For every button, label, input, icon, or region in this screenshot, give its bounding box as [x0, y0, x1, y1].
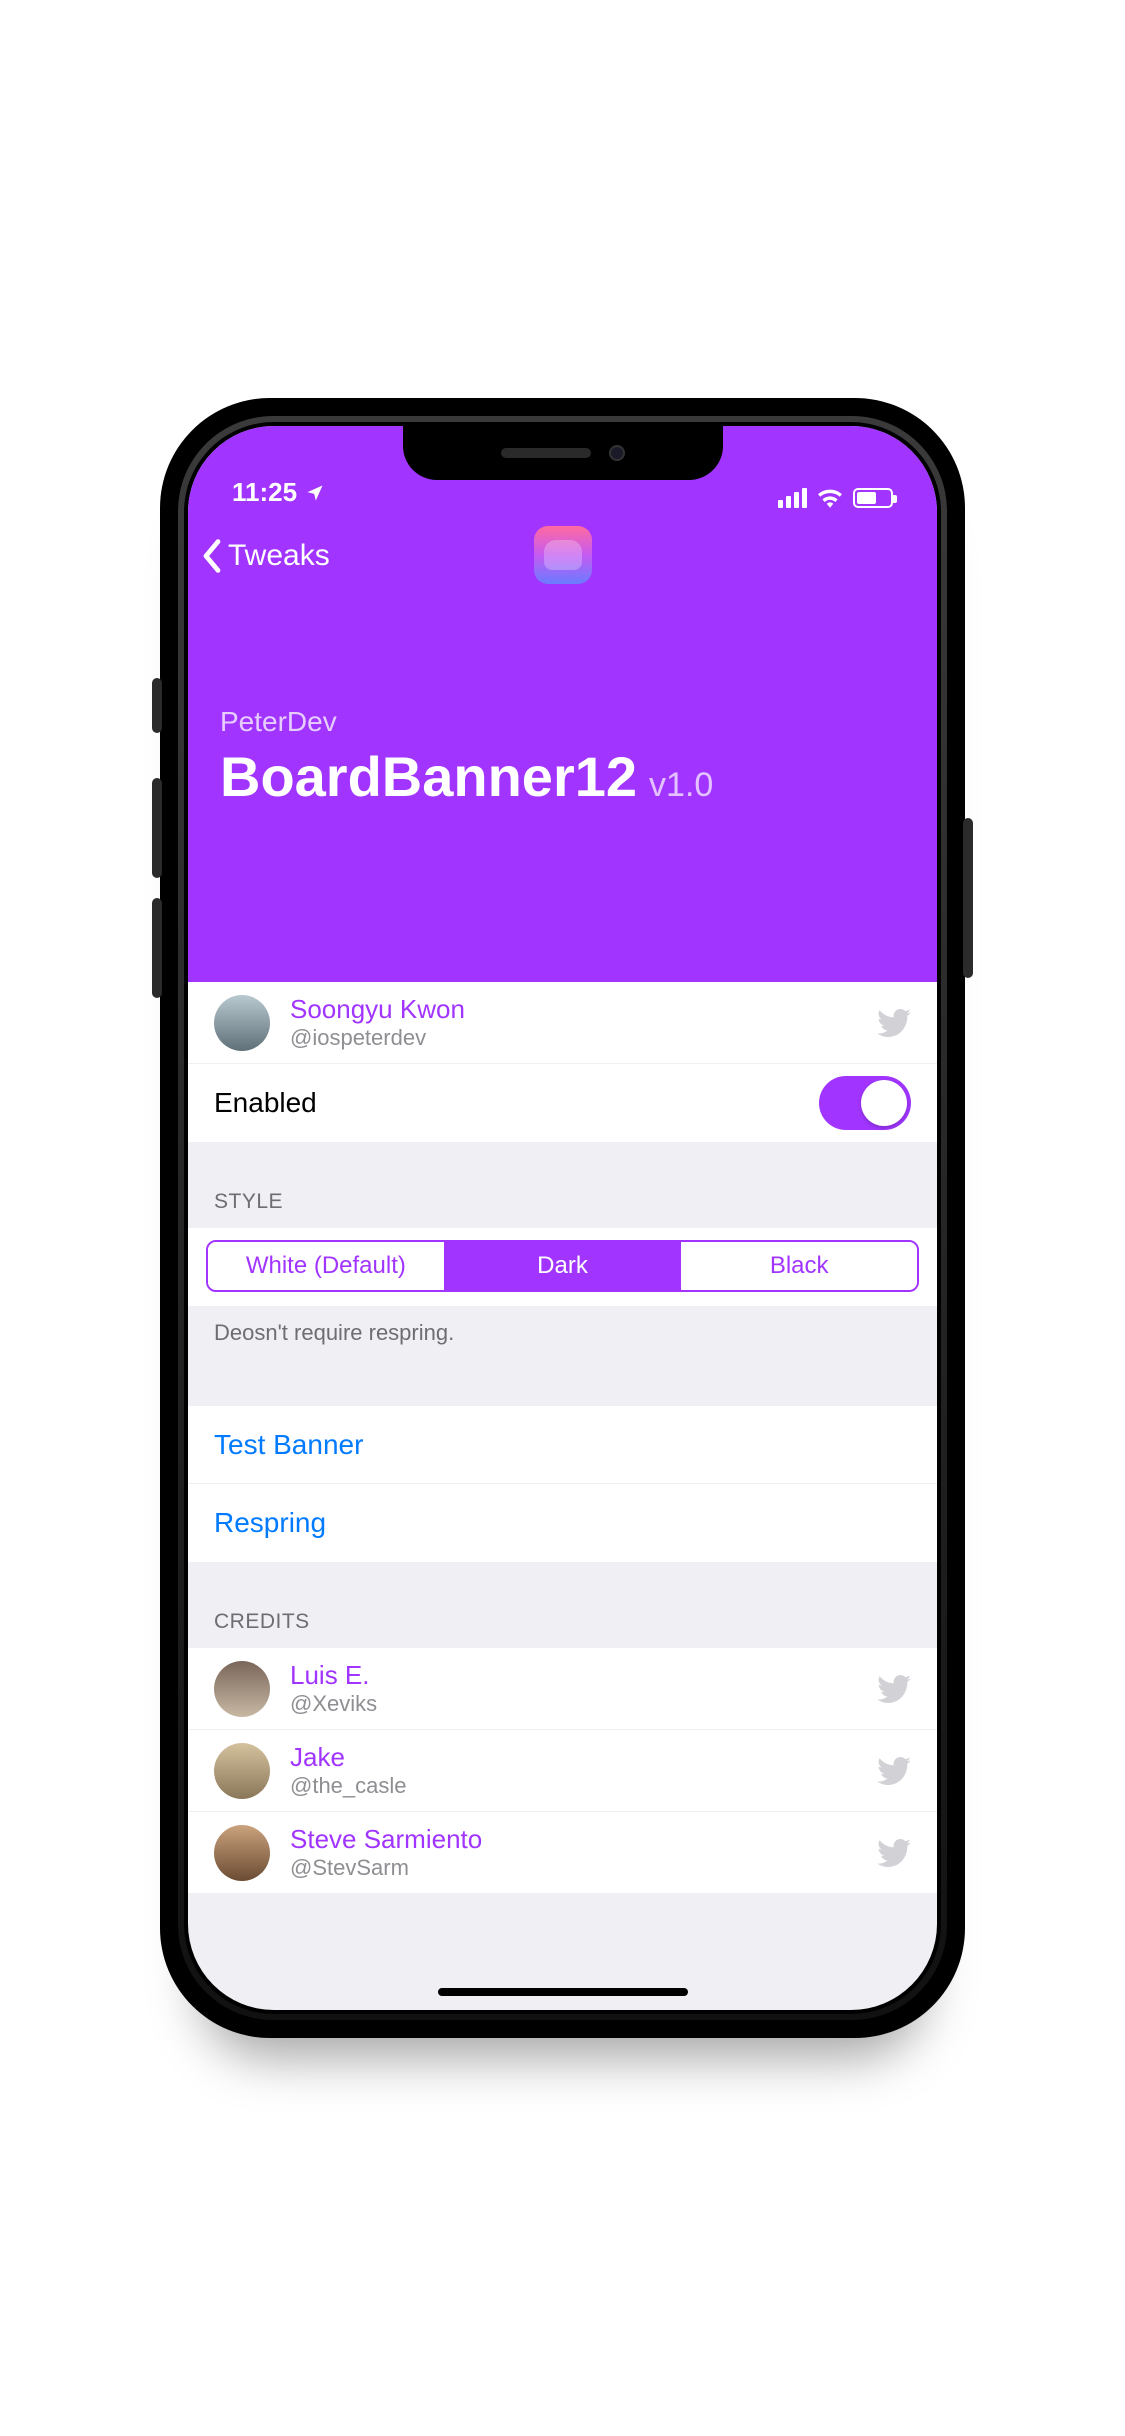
- test-banner-button[interactable]: Test Banner: [188, 1406, 937, 1484]
- location-icon: [305, 483, 325, 503]
- avatar: [214, 1743, 270, 1799]
- home-indicator[interactable]: [438, 1988, 688, 1996]
- device-frame: 11:25: [0, 0, 1125, 2436]
- credit-row[interactable]: Steve Sarmiento @StevSarm: [188, 1812, 937, 1893]
- style-section-header: Style: [188, 1142, 937, 1228]
- front-camera: [609, 445, 625, 461]
- avatar: [214, 1825, 270, 1881]
- credit-handle: @StevSarm: [290, 1855, 857, 1881]
- author-name: Soongyu Kwon: [290, 994, 857, 1025]
- credit-row[interactable]: Jake @the_casle: [188, 1730, 937, 1812]
- enabled-row: Enabled: [188, 1064, 937, 1142]
- battery-icon: [853, 488, 893, 508]
- back-button[interactable]: Tweaks: [198, 538, 330, 574]
- notch: [403, 426, 723, 480]
- credit-row[interactable]: Luis E. @Xeviks: [188, 1648, 937, 1730]
- author-row[interactable]: Soongyu Kwon @iospeterdev: [188, 982, 937, 1064]
- enabled-label: Enabled: [214, 1087, 317, 1119]
- style-section-footer: Deosn't require respring.: [188, 1306, 937, 1370]
- avatar: [214, 1661, 270, 1717]
- cellular-signal-icon: [778, 488, 807, 508]
- power-button: [963, 818, 973, 978]
- app-icon: [534, 526, 592, 584]
- credit-handle: @Xeviks: [290, 1691, 857, 1717]
- style-segmented-control[interactable]: White (Default) Dark Black: [206, 1240, 919, 1292]
- credit-name: Jake: [290, 1742, 857, 1773]
- developer-name: PeterDev: [220, 706, 905, 738]
- credit-name: Luis E.: [290, 1660, 857, 1691]
- twitter-icon: [877, 1757, 911, 1785]
- credits-section-header: Credits: [188, 1562, 937, 1648]
- volume-up-button: [152, 778, 162, 878]
- tweak-name: BoardBanner12: [220, 744, 637, 809]
- credit-handle: @the_casle: [290, 1773, 857, 1799]
- volume-down-button: [152, 898, 162, 998]
- phone-body: 11:25: [160, 398, 965, 2038]
- enabled-toggle[interactable]: [819, 1076, 911, 1130]
- avatar: [214, 995, 270, 1051]
- status-time: 11:25: [232, 477, 297, 508]
- author-handle: @iospeterdev: [290, 1025, 857, 1051]
- mute-switch: [152, 678, 162, 733]
- tweak-version: v1.0: [649, 766, 713, 805]
- screen: 11:25: [188, 426, 937, 2010]
- style-option-dark[interactable]: Dark: [445, 1242, 682, 1290]
- style-option-black[interactable]: Black: [681, 1242, 917, 1290]
- twitter-icon: [877, 1675, 911, 1703]
- wifi-icon: [817, 488, 843, 508]
- speaker-grille: [501, 448, 591, 458]
- twitter-icon: [877, 1839, 911, 1867]
- twitter-icon: [877, 1009, 911, 1037]
- respring-button[interactable]: Respring: [188, 1484, 937, 1562]
- credit-name: Steve Sarmiento: [290, 1824, 857, 1855]
- style-option-white[interactable]: White (Default): [208, 1242, 445, 1290]
- tweak-header: 11:25: [188, 426, 937, 982]
- back-label: Tweaks: [228, 539, 330, 573]
